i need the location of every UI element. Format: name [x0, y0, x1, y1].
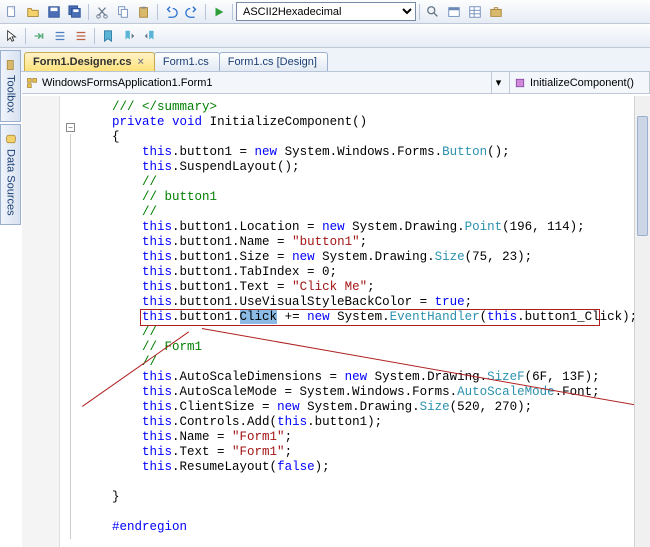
- step-icon[interactable]: [29, 26, 49, 46]
- document-tabs: Form1.Designer.cs × Form1.cs Form1.cs [De…: [0, 48, 650, 72]
- toolbar-row-1: ASCII2Hexadecimal: [0, 0, 650, 24]
- side-tab-toolbox[interactable]: Toolbox: [0, 50, 21, 122]
- toolbar-separator: [94, 28, 95, 44]
- toolbar-separator: [232, 4, 233, 20]
- close-icon[interactable]: ×: [137, 56, 143, 68]
- bookmark-icon[interactable]: [98, 26, 118, 46]
- vertical-scrollbar[interactable]: [634, 96, 650, 547]
- doc-tab-form1-cs[interactable]: Form1.cs: [154, 52, 220, 71]
- toolbar-separator: [205, 4, 206, 20]
- undo-icon[interactable]: [161, 2, 181, 22]
- bookmark-next-icon[interactable]: [140, 26, 160, 46]
- toolbar-row-2: [0, 24, 650, 48]
- comment-icon[interactable]: [50, 26, 70, 46]
- window-icon[interactable]: [444, 2, 464, 22]
- method-icon: [514, 77, 526, 89]
- new-file-icon[interactable]: [2, 2, 22, 22]
- code-body[interactable]: /// </summary> private void InitializeCo…: [22, 96, 650, 539]
- pointer-icon[interactable]: [2, 26, 22, 46]
- toolbar-separator: [88, 4, 89, 20]
- doc-tab-label: Form1.cs [Design]: [228, 56, 317, 68]
- scrollbar-thumb[interactable]: [637, 116, 648, 236]
- paste-icon[interactable]: [134, 2, 154, 22]
- save-icon[interactable]: [44, 2, 64, 22]
- doc-tab-designer[interactable]: Form1.Designer.cs ×: [24, 52, 155, 71]
- save-all-icon[interactable]: [65, 2, 85, 22]
- side-tab-label: Data Sources: [5, 149, 17, 216]
- redo-icon[interactable]: [182, 2, 202, 22]
- doc-tab-label: Form1.cs: [163, 56, 209, 68]
- doc-tab-form1-design[interactable]: Form1.cs [Design]: [219, 52, 328, 71]
- code-editor[interactable]: − /// </summary> private void Initialize…: [22, 96, 650, 547]
- chevron-down-icon[interactable]: ▾: [491, 72, 505, 93]
- toolbar-separator: [157, 4, 158, 20]
- toolbox-icon[interactable]: [486, 2, 506, 22]
- bookmark-prev-icon[interactable]: [119, 26, 139, 46]
- toolbar-separator: [419, 4, 420, 20]
- database-icon: [5, 133, 17, 145]
- uncomment-icon[interactable]: [71, 26, 91, 46]
- find-icon[interactable]: [423, 2, 443, 22]
- class-combo-text: WindowsFormsApplication1.Form1: [42, 77, 213, 89]
- member-combo[interactable]: InitializeComponent(): [510, 72, 650, 93]
- side-tab-data-sources[interactable]: Data Sources: [0, 124, 21, 225]
- member-combo-text: InitializeComponent(): [530, 77, 634, 89]
- doc-tab-label: Form1.Designer.cs: [33, 56, 131, 68]
- open-folder-icon[interactable]: [23, 2, 43, 22]
- navigation-bar: WindowsFormsApplication1.Form1 ▾ Initial…: [22, 72, 650, 94]
- class-combo[interactable]: WindowsFormsApplication1.Form1 ▾: [22, 72, 510, 93]
- properties-icon[interactable]: [465, 2, 485, 22]
- toolbar-separator: [25, 28, 26, 44]
- cut-icon[interactable]: [92, 2, 112, 22]
- run-icon[interactable]: [209, 2, 229, 22]
- copy-icon[interactable]: [113, 2, 133, 22]
- side-tabs: Toolbox Data Sources: [0, 50, 21, 227]
- encoding-combo[interactable]: ASCII2Hexadecimal: [236, 2, 416, 21]
- class-icon: [26, 77, 38, 89]
- toolbox-icon: [5, 59, 17, 71]
- side-tab-label: Toolbox: [5, 75, 17, 113]
